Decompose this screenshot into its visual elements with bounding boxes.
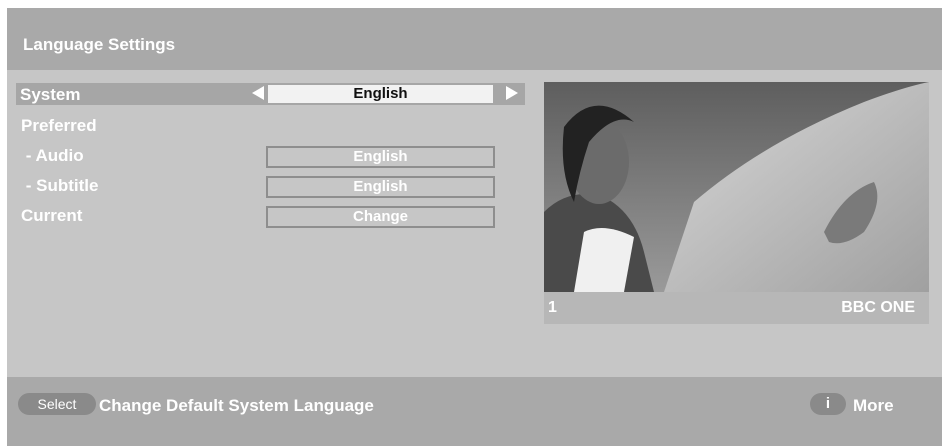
- more-label: More: [853, 396, 894, 415]
- arrow-right-icon[interactable]: [506, 86, 518, 100]
- current-label: Current: [21, 206, 83, 225]
- audio-language-field[interactable]: English: [266, 146, 495, 168]
- language-settings-screen: Language Settings System English Preferr…: [0, 0, 942, 446]
- header-bar: Language Settings: [7, 8, 942, 70]
- change-button[interactable]: Change: [266, 206, 495, 228]
- audio-label: - Audio: [21, 146, 84, 165]
- info-icon[interactable]: i: [810, 393, 846, 415]
- page-title: Language Settings: [23, 35, 176, 54]
- system-label: System: [20, 85, 81, 104]
- subtitle-language-field[interactable]: English: [266, 176, 495, 198]
- footer-hint: Change Default System Language: [99, 396, 374, 415]
- arrow-left-icon[interactable]: [252, 86, 264, 100]
- system-language-row[interactable]: System English: [16, 83, 525, 105]
- select-button[interactable]: Select: [18, 393, 96, 415]
- subtitle-label: - Subtitle: [21, 176, 99, 195]
- system-language-value: English: [268, 85, 493, 103]
- preferred-label: Preferred: [21, 116, 97, 135]
- tv-preview: 1 BBC ONE: [544, 82, 929, 324]
- channel-number: 1: [548, 299, 557, 316]
- preview-image: [544, 82, 929, 292]
- channel-name: BBC ONE: [841, 299, 915, 316]
